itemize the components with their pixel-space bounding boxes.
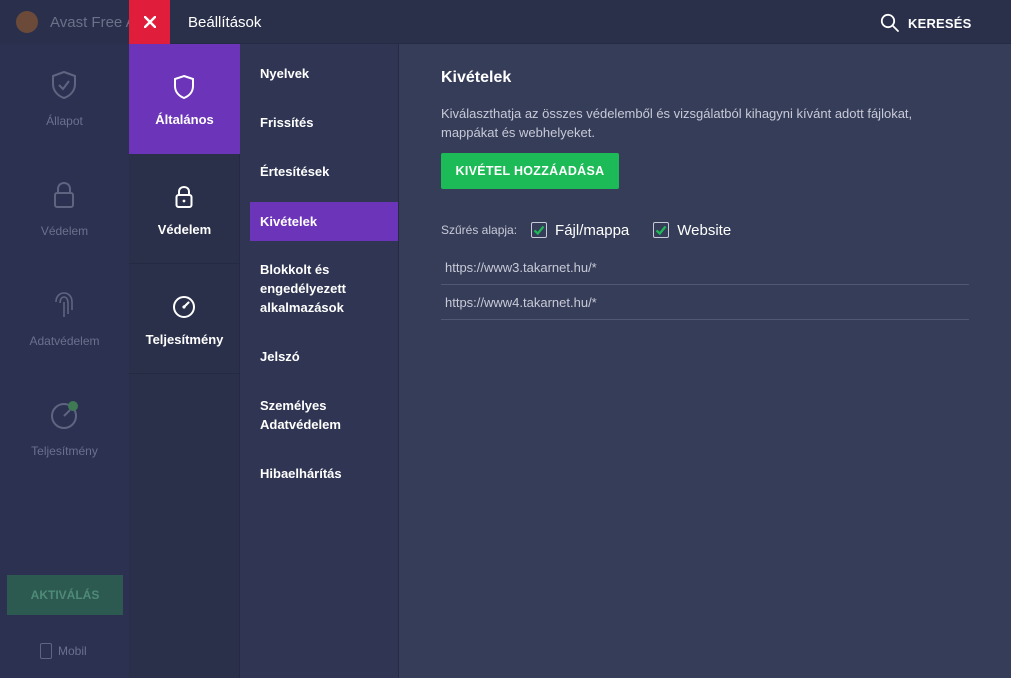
bg-sidebar-label: Adatvédelem: [29, 334, 100, 348]
settings-title: Beállítások: [188, 14, 262, 31]
add-exception-button[interactable]: KIVÉTEL HOZZÁADÁSA: [441, 153, 619, 189]
settings-panel: Beállítások KERESÉS Általános Védelem Te…: [129, 0, 1011, 678]
website-checkbox[interactable]: [653, 222, 670, 238]
settings-header: Beállítások KERESÉS: [129, 0, 1011, 44]
exception-list-item[interactable]: https://www3.takarnet.hu/*: [441, 251, 969, 285]
subsection-exceptions[interactable]: Kivételek: [250, 202, 398, 241]
subsection-personal-privacy[interactable]: Személyes Adatvédelem: [250, 396, 370, 434]
file-folder-checkbox[interactable]: [531, 222, 548, 238]
category-label: Védelem: [157, 222, 212, 237]
bg-sidebar-label: Teljesítmény: [31, 444, 98, 458]
search-icon: [880, 13, 899, 32]
search-label: KERESÉS: [908, 15, 972, 31]
exception-list-item[interactable]: https://www4.takarnet.hu/*: [441, 286, 969, 320]
category-label: Teljesítmény: [145, 332, 224, 347]
background-app-title: Avast Free A: [50, 14, 136, 31]
subsection-notifications[interactable]: Értesítések: [250, 162, 398, 181]
speedometer-icon: [173, 296, 195, 318]
subsection-update[interactable]: Frissítés: [250, 113, 398, 132]
website-checkbox-label[interactable]: Website: [677, 222, 731, 239]
page-description: Kiválaszthatja az összes védelemből és v…: [441, 106, 913, 140]
checkmark-icon: [656, 225, 667, 236]
filter-row: Szűrés alapja: Fájl/mappa Website: [441, 220, 755, 240]
settings-category-column: Általános Védelem Teljesítmény: [129, 44, 240, 678]
bg-activate-button: AKTIVÁLÁS: [7, 575, 123, 615]
exceptions-content: Kivételek Kiválaszthatja az összes védel…: [399, 44, 1011, 678]
gauge-icon: [51, 401, 78, 429]
subsection-blocked-allowed-apps[interactable]: Blokkolt és engedélyezett alkalmazások: [250, 260, 390, 317]
search-button[interactable]: KERESÉS: [880, 12, 972, 34]
bg-sidebar-item-status: Állapot: [0, 44, 129, 154]
shield-icon: [174, 74, 194, 100]
bg-sidebar-label: Védelem: [40, 224, 89, 238]
file-folder-checkbox-label[interactable]: Fájl/mappa: [555, 222, 629, 239]
bg-sidebar-item-protection: Védelem: [0, 154, 129, 264]
category-protection[interactable]: Védelem: [129, 154, 240, 264]
category-general[interactable]: Általános: [129, 44, 240, 154]
category-performance[interactable]: Teljesítmény: [129, 264, 240, 374]
fingerprint-icon: [55, 292, 73, 317]
checkmark-icon: [533, 225, 545, 236]
settings-subsection-column: Nyelvek Frissítés Értesítések Kivételek …: [240, 44, 399, 678]
page-title: Kivételek: [441, 69, 512, 86]
lock-icon: [54, 181, 74, 208]
avast-logo-icon: [16, 11, 38, 33]
close-icon: [143, 16, 156, 28]
bg-sidebar-item-privacy: Adatvédelem: [0, 264, 129, 374]
bg-mobile-label: Mobil: [58, 644, 87, 658]
close-settings-button[interactable]: [129, 0, 170, 44]
subsection-password[interactable]: Jelszó: [250, 347, 398, 366]
filter-label: Szűrés alapja:: [441, 223, 518, 237]
bg-sidebar-item-performance: Teljesítmény: [0, 374, 129, 484]
shield-check-icon: [52, 70, 76, 100]
lock-icon: [175, 185, 193, 208]
mobile-icon: [40, 643, 52, 659]
bg-sidebar-label: Állapot: [46, 114, 83, 128]
subsection-languages[interactable]: Nyelvek: [250, 64, 398, 83]
subsection-troubleshooting[interactable]: Hibaelhárítás: [250, 464, 398, 483]
category-label: Általános: [155, 112, 214, 127]
